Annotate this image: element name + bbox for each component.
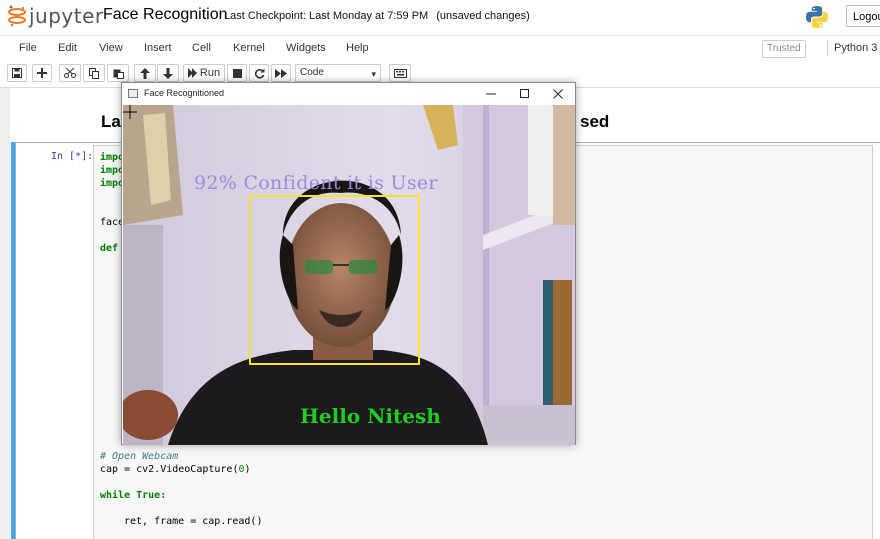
keyboard-icon xyxy=(393,68,407,78)
copy-icon xyxy=(88,67,99,79)
arrow-up-icon xyxy=(140,67,150,79)
minimize-icon xyxy=(486,93,496,95)
code-line: cap = cv2.VideoCapture(0) xyxy=(100,464,251,475)
menu-file[interactable]: File xyxy=(19,42,37,54)
plus-icon xyxy=(37,68,47,78)
window-titlebar[interactable]: Face Recognitioned xyxy=(122,83,575,105)
insert-cell-button[interactable] xyxy=(32,64,52,82)
cell-prompt: In [*]: xyxy=(51,151,94,162)
save-button[interactable] xyxy=(7,64,27,82)
restart-icon xyxy=(254,68,264,79)
jupyter-logo[interactable]: jupyter xyxy=(8,4,104,28)
run-icon xyxy=(187,68,197,78)
code-comment: # Open Webcam xyxy=(100,451,179,462)
command-palette-button[interactable] xyxy=(389,64,411,82)
checkpoint-status: Last Checkpoint: Last Monday at 7:59 PM (… xyxy=(224,10,530,22)
menu-widgets[interactable]: Widgets xyxy=(286,42,326,54)
run-button[interactable]: Run xyxy=(183,64,225,82)
paste-button[interactable] xyxy=(107,64,129,82)
restart-button[interactable] xyxy=(249,64,269,82)
menu-edit[interactable]: Edit xyxy=(58,42,77,54)
logout-button[interactable]: Logout xyxy=(846,5,880,27)
maximize-icon xyxy=(520,89,529,98)
cut-icon xyxy=(64,68,76,78)
markdown-heading-end: sed xyxy=(580,112,610,131)
menubar: File Edit View Insert Cell Kernel Widget… xyxy=(0,35,880,62)
greeting-overlay-text: Hello Nitesh xyxy=(300,404,441,428)
cell-type-select[interactable]: Code ▾ xyxy=(295,64,381,82)
menu-view[interactable]: View xyxy=(99,42,123,54)
run-label: Run xyxy=(199,67,221,79)
code-segment: ) xyxy=(244,464,251,475)
webcam-frame: 92% Confident it is User Hello Nitesh xyxy=(123,105,575,445)
cell-type-value: Code xyxy=(300,67,324,78)
face-recognition-window[interactable]: Face Recognitioned 92% Confident it is U… xyxy=(121,82,576,445)
checkpoint-text: Last Checkpoint: Last Monday at 7:59 PM xyxy=(224,10,429,22)
arrow-down-icon xyxy=(163,67,173,79)
close-icon xyxy=(553,89,563,99)
python-logo-icon xyxy=(805,5,829,34)
menu-kernel[interactable]: Kernel xyxy=(233,42,265,54)
chevron-down-icon: ▾ xyxy=(371,69,376,79)
menu-insert[interactable]: Insert xyxy=(144,42,172,54)
stop-icon xyxy=(232,68,242,78)
code-segment: cap = cv2.VideoCapture( xyxy=(100,464,239,475)
notebook-header: jupyter Face Recognition Last Checkpoint… xyxy=(0,0,880,35)
code-line: while True: xyxy=(100,490,167,501)
kernel-separator xyxy=(827,40,828,56)
notebook-title[interactable]: Face Recognition xyxy=(103,6,228,24)
unsaved-changes-text: (unsaved changes) xyxy=(436,10,530,22)
crosshair-cursor-icon xyxy=(123,105,137,119)
menu-cell[interactable]: Cell xyxy=(192,42,211,54)
markdown-heading-start: La xyxy=(101,112,121,131)
maximize-button[interactable] xyxy=(508,83,542,105)
app-window-icon xyxy=(128,89,138,98)
move-down-button[interactable] xyxy=(157,64,179,82)
jupyter-wordmark: jupyter xyxy=(29,4,104,28)
face-detection-box xyxy=(249,195,420,365)
restart-run-all-button[interactable] xyxy=(271,64,291,82)
close-button[interactable] xyxy=(541,83,575,105)
save-icon xyxy=(12,68,22,78)
window-title: Face Recognitioned xyxy=(144,88,225,98)
fast-forward-icon xyxy=(275,68,287,78)
menu-help[interactable]: Help xyxy=(346,42,369,54)
paste-icon xyxy=(113,69,124,79)
kernel-name[interactable]: Python 3 xyxy=(834,42,877,54)
move-up-button[interactable] xyxy=(134,64,156,82)
minimize-button[interactable] xyxy=(474,83,508,105)
code-line: ret, frame = cap.read() xyxy=(124,516,263,527)
copy-button[interactable] xyxy=(83,64,105,82)
confidence-overlay-text: 92% Confident it is User xyxy=(194,172,438,194)
jupyter-logo-icon xyxy=(8,5,26,27)
interrupt-button[interactable] xyxy=(227,64,247,82)
trusted-indicator[interactable]: Trusted xyxy=(762,40,806,58)
cut-button[interactable] xyxy=(59,64,81,82)
